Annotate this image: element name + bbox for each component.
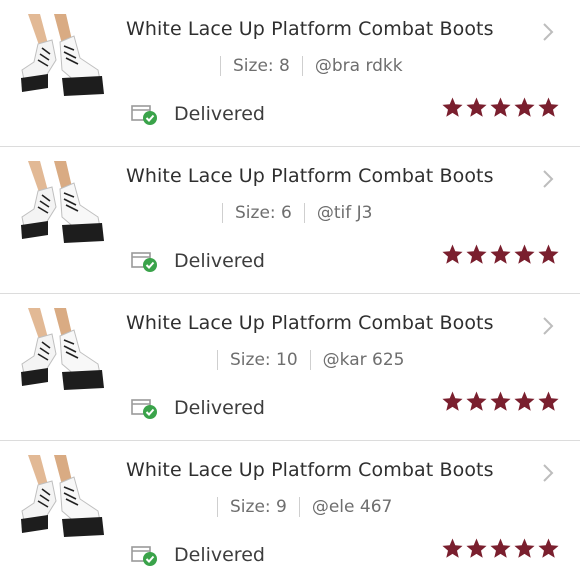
order-status: Delivered [130,394,265,422]
status-label: Delivered [174,397,265,419]
order-row[interactable]: White Lace Up Platform Combat Boots Size… [0,441,580,580]
buyer-username[interactable]: @kar 625 [323,350,405,370]
order-size: Size: 6 [235,203,292,223]
divider [217,497,218,517]
order-row[interactable]: White Lace Up Platform Combat Boots Size… [0,294,580,441]
order-meta: Size: 9 @ele 467 [205,497,392,517]
boot-thumbnail [18,455,110,547]
order-meta: Size: 10 @kar 625 [205,350,404,370]
status-label: Delivered [174,103,265,125]
divider [301,56,303,76]
order-row[interactable]: White Lace Up Platform Combat Boots Size… [0,0,580,147]
delivered-package-icon [131,399,157,419]
boot-thumbnail [18,14,110,106]
divider [309,350,311,370]
star-icon [538,244,559,264]
star-icon [514,97,535,117]
chevron-right-icon[interactable] [538,314,558,338]
divider [217,350,218,370]
boot-thumbnail [18,308,110,400]
star-icon [538,97,559,117]
order-title: White Lace Up Platform Combat Boots [126,459,494,481]
star-icon [466,244,487,264]
order-title: White Lace Up Platform Combat Boots [126,18,494,40]
star-icon [466,391,487,411]
order-meta: Size: 6 @tif J3 [210,203,372,223]
order-status: Delivered [130,541,265,569]
star-icon [514,244,535,264]
star-icon [490,97,511,117]
chevron-right-icon[interactable] [538,167,558,191]
order-status: Delivered [130,247,265,275]
star-icon [490,538,511,558]
order-size: Size: 10 [230,350,298,370]
rating-stars [441,243,560,266]
order-row[interactable]: White Lace Up Platform Combat Boots Size… [0,147,580,294]
buyer-username[interactable]: @tif J3 [317,203,373,223]
status-label: Delivered [174,250,265,272]
buyer-username[interactable]: @ele 467 [312,497,393,517]
order-size: Size: 9 [230,497,287,517]
status-label: Delivered [174,544,265,566]
delivered-package-icon [131,252,157,272]
divider [303,203,305,223]
rating-stars [441,390,560,413]
divider [222,203,223,223]
divider [298,497,300,517]
star-icon [442,244,463,264]
delivered-package-icon [131,546,157,566]
star-icon [514,538,535,558]
star-icon [442,97,463,117]
order-size: Size: 8 [233,56,290,76]
order-meta: Size: 8 @bra rdkk [208,56,403,76]
order-title: White Lace Up Platform Combat Boots [126,312,494,334]
order-title: White Lace Up Platform Combat Boots [126,165,494,187]
star-icon [442,538,463,558]
star-icon [490,244,511,264]
star-icon [514,391,535,411]
order-status: Delivered [130,100,265,128]
buyer-username[interactable]: @bra rdkk [315,56,403,76]
star-icon [538,391,559,411]
star-icon [442,391,463,411]
star-icon [466,538,487,558]
boot-thumbnail [18,161,110,253]
rating-stars [441,537,560,560]
chevron-right-icon[interactable] [538,461,558,485]
star-icon [538,538,559,558]
chevron-right-icon[interactable] [538,20,558,44]
star-icon [466,97,487,117]
divider [220,56,221,76]
rating-stars [441,96,560,119]
delivered-package-icon [131,105,157,125]
star-icon [490,391,511,411]
